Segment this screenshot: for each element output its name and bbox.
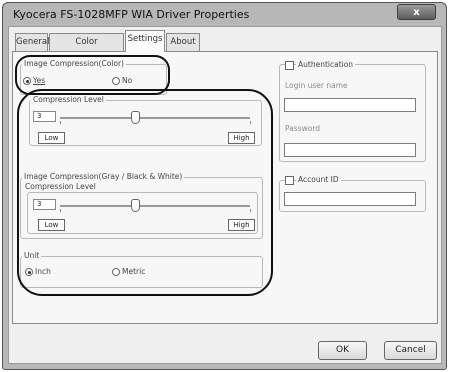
tab-general[interactable]: General <box>15 33 50 51</box>
authentication-checkbox[interactable] <box>285 61 294 70</box>
close-icon: x <box>413 7 420 18</box>
close-button[interactable]: x <box>397 4 436 20</box>
window-title: Kyocera FS-1028MFP WIA Driver Properties <box>13 8 250 21</box>
login-user-name-label: Login user name <box>285 81 348 90</box>
account-id-input[interactable] <box>284 192 416 206</box>
highlight-oval-compression-settings <box>17 89 273 296</box>
authentication-label: Authentication <box>296 60 356 69</box>
password-label: Password <box>285 124 321 133</box>
tab-about[interactable]: About <box>166 33 200 51</box>
login-user-name-input[interactable] <box>284 98 416 112</box>
password-input[interactable] <box>284 143 416 157</box>
account-id-checkbox[interactable] <box>285 176 294 185</box>
account-id-label: Account ID <box>296 175 341 184</box>
ok-button[interactable]: OK <box>318 341 367 360</box>
tab-color-management[interactable]: Color Management <box>49 33 124 64</box>
cancel-button[interactable]: Cancel <box>384 341 437 360</box>
tab-settings[interactable]: Settings <box>125 30 165 52</box>
